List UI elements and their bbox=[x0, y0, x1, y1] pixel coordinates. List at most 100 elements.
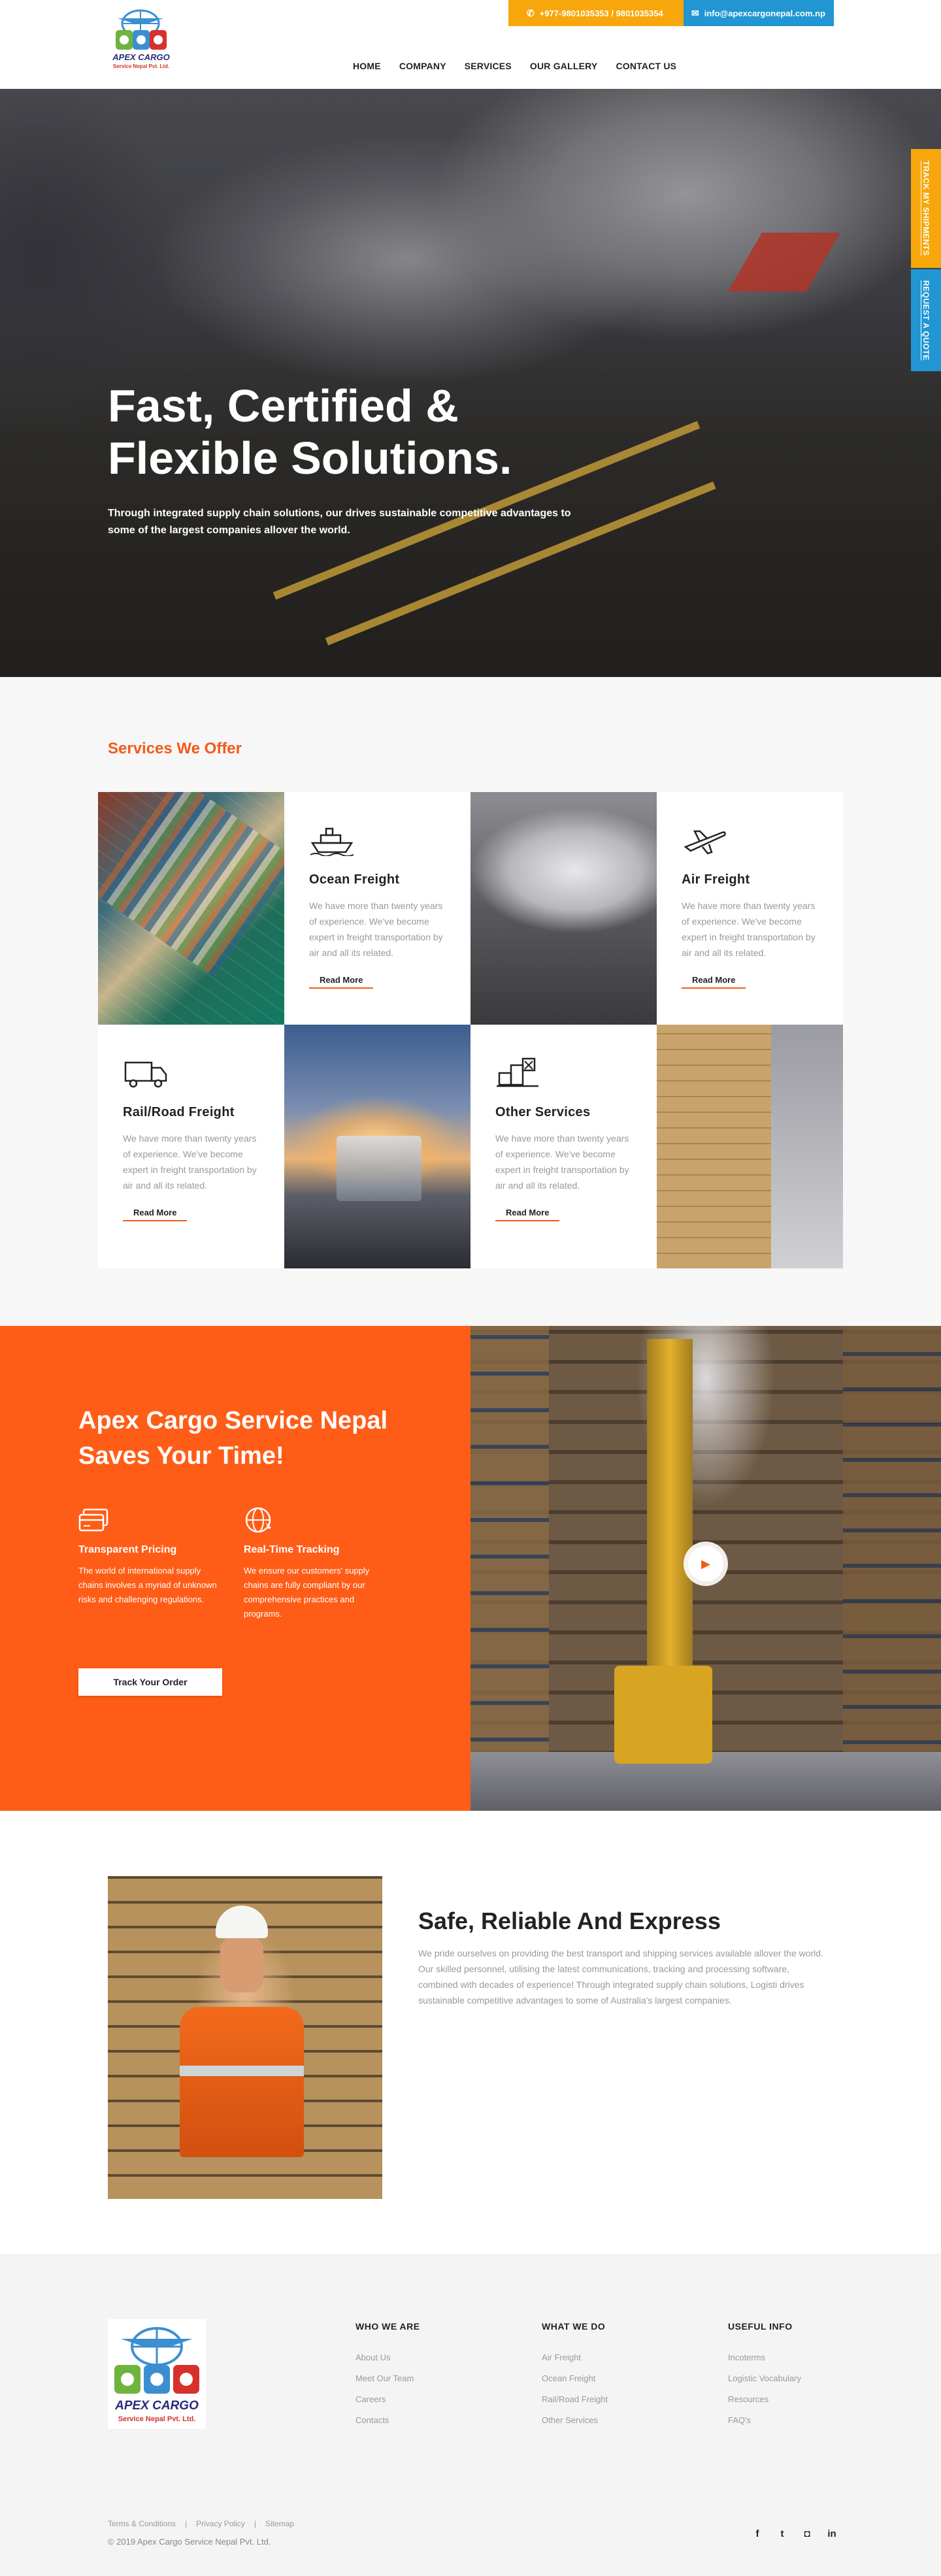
nav-company[interactable]: COMPANY bbox=[399, 61, 446, 71]
services-grid: Ocean Freight We have more than twenty y… bbox=[98, 792, 843, 1268]
warehouse-forklift-image: ▶ bbox=[470, 1326, 941, 1811]
twitter-icon[interactable]: t bbox=[776, 2528, 788, 2539]
hero-section: Fast, Certified & Flexible Solutions. Th… bbox=[0, 89, 941, 677]
phone-number: +977-9801035353 / 9801035354 bbox=[539, 8, 663, 18]
footer-column-title: WHO WE ARE bbox=[355, 2321, 420, 2332]
footer-link[interactable]: Logistic Vocabulary bbox=[728, 2373, 801, 2383]
footer-link[interactable]: Air Freight bbox=[542, 2353, 608, 2362]
truck-icon bbox=[124, 1061, 167, 1088]
worker-vest-decoration bbox=[180, 2007, 304, 2157]
linkedin-icon[interactable]: in bbox=[826, 2528, 838, 2539]
footer-legal-links: Terms & Conditions | Privacy Policy | Si… bbox=[108, 2519, 294, 2528]
about-section: Safe, Reliable And Express We pride ours… bbox=[0, 1811, 941, 2254]
svg-text:Service Nepal Pvt. Ltd.: Service Nepal Pvt. Ltd. bbox=[118, 2415, 196, 2423]
envelope-icon: ✉ bbox=[691, 7, 699, 18]
footer-link[interactable]: Resources bbox=[728, 2394, 801, 2404]
nav-home[interactable]: HOME bbox=[353, 61, 381, 71]
nav-gallery[interactable]: OUR GALLERY bbox=[530, 61, 598, 71]
ship-icon bbox=[310, 827, 354, 857]
track-order-button[interactable]: Track Your Order bbox=[78, 1668, 222, 1696]
svg-text:Service Nepal Pvt. Ltd.: Service Nepal Pvt. Ltd. bbox=[113, 63, 169, 69]
service-card-air: Air Freight We have more than twenty yea… bbox=[657, 792, 843, 1025]
hero-title: Fast, Certified & Flexible Solutions. bbox=[108, 380, 512, 484]
footer-link[interactable]: Rail/Road Freight bbox=[542, 2394, 608, 2404]
read-more-button[interactable]: Read More bbox=[309, 975, 374, 989]
track-shipments-tab[interactable]: TRACK MY SHIPMENTS bbox=[911, 149, 941, 268]
warehouse-boxes-image bbox=[657, 1025, 843, 1268]
forklift-body-decoration bbox=[614, 1666, 712, 1764]
boxes-icon bbox=[497, 1057, 538, 1087]
phone-link[interactable]: ✆ +977-9801035353 / 9801035354 bbox=[508, 0, 684, 26]
site-header: APEX CARGO Service Nepal Pvt. Ltd. ✆ +97… bbox=[0, 0, 941, 89]
service-card-ocean: Ocean Freight We have more than twenty y… bbox=[284, 792, 470, 1025]
footer-link[interactable]: About Us bbox=[355, 2353, 420, 2362]
main-nav: HOME COMPANY SERVICES OUR GALLERY CONTAC… bbox=[353, 61, 676, 71]
svg-text:APEX CARGO: APEX CARGO bbox=[114, 2399, 199, 2413]
about-text: We pride ourselves on providing the best… bbox=[418, 1948, 823, 2006]
footer-link[interactable]: Incoterms bbox=[728, 2353, 801, 2362]
worker-face-decoration bbox=[220, 1936, 263, 1992]
separator: | bbox=[185, 2519, 188, 2528]
service-description: We have more than twenty years of experi… bbox=[495, 1133, 629, 1191]
footer-column-who: WHO WE ARE About Us Meet Our Team Career… bbox=[355, 2321, 420, 2436]
separator: | bbox=[254, 2519, 256, 2528]
play-icon: ▶ bbox=[688, 1546, 723, 1581]
footer-column-title: WHAT WE DO bbox=[542, 2321, 606, 2332]
service-title: Other Services bbox=[495, 1105, 591, 1119]
feature-item: Real-Time Tracking We ensure our custome… bbox=[244, 1506, 388, 1621]
feature-title: Apex Cargo Service Nepal Saves Your Time… bbox=[78, 1407, 388, 1470]
apex-cargo-logo-icon: APEX CARGO Service Nepal Pvt. Ltd. bbox=[108, 2319, 206, 2429]
footer-column-useful: USEFUL INFO Incoterms Logistic Vocabular… bbox=[728, 2321, 801, 2436]
copyright: © 2019 Apex Cargo Service Nepal Pvt. Ltd… bbox=[108, 2537, 271, 2547]
email-link[interactable]: ✉ info@apexcargonepal.com.np bbox=[684, 0, 834, 26]
instagram-icon[interactable]: ◘ bbox=[801, 2528, 813, 2539]
truck-road-image bbox=[284, 1025, 470, 1268]
nav-services[interactable]: SERVICES bbox=[465, 61, 512, 71]
svg-text:APEX CARGO: APEX CARGO bbox=[112, 52, 169, 62]
worker-image bbox=[108, 1876, 382, 2199]
footer-link[interactable]: Careers bbox=[355, 2394, 420, 2404]
feature-item-title: Transparent Pricing bbox=[78, 1544, 177, 1555]
services-section: Services We Offer Ocean Freight We have … bbox=[0, 677, 941, 1326]
facebook-icon[interactable]: f bbox=[751, 2528, 763, 2539]
footer-column-title: USEFUL INFO bbox=[728, 2321, 793, 2332]
service-title: Rail/Road Freight bbox=[123, 1105, 235, 1119]
service-card-other: Other Services We have more than twenty … bbox=[470, 1025, 657, 1268]
feature-item-text: The world of international supply chains… bbox=[78, 1566, 217, 1604]
site-footer: APEX CARGO Service Nepal Pvt. Ltd. WHO W… bbox=[0, 2254, 941, 2576]
footer-link[interactable]: Contacts bbox=[355, 2415, 420, 2425]
footer-column-what: WHAT WE DO Air Freight Ocean Freight Rai… bbox=[542, 2321, 608, 2436]
footer-link[interactable]: Ocean Freight bbox=[542, 2373, 608, 2383]
footer-link[interactable]: FAQ's bbox=[728, 2415, 801, 2425]
terms-link[interactable]: Terms & Conditions bbox=[108, 2519, 176, 2528]
sitemap-link[interactable]: Sitemap bbox=[265, 2519, 294, 2528]
nav-contact[interactable]: CONTACT US bbox=[616, 61, 676, 71]
privacy-link[interactable]: Privacy Policy bbox=[196, 2519, 245, 2528]
service-card-road: Rail/Road Freight We have more than twen… bbox=[98, 1025, 284, 1268]
request-quote-tab[interactable]: REQUEST A QUOTE bbox=[911, 269, 941, 371]
feature-section: Apex Cargo Service Nepal Saves Your Time… bbox=[0, 1326, 941, 1811]
service-title: Ocean Freight bbox=[309, 872, 400, 887]
video-play-button[interactable]: ▶ bbox=[684, 1542, 728, 1586]
feature-item-text: We ensure our customers' supply chains a… bbox=[244, 1566, 370, 1619]
feature-panel: Apex Cargo Service Nepal Saves Your Time… bbox=[0, 1326, 470, 1811]
service-description: We have more than twenty years of experi… bbox=[309, 900, 443, 958]
services-heading: Services We Offer bbox=[108, 740, 242, 757]
credit-card-icon bbox=[78, 1508, 108, 1532]
read-more-button[interactable]: Read More bbox=[495, 1208, 560, 1221]
read-more-button[interactable]: Read More bbox=[123, 1208, 188, 1221]
globe-icon bbox=[245, 1507, 271, 1533]
about-title: Safe, Reliable And Express bbox=[418, 1907, 721, 1934]
apex-cargo-logo-icon: APEX CARGO Service Nepal Pvt. Ltd. bbox=[112, 9, 170, 69]
email-address: info@apexcargonepal.com.np bbox=[704, 8, 826, 18]
phone-icon: ✆ bbox=[527, 7, 535, 18]
airplane-icon bbox=[684, 830, 726, 855]
container-port-image bbox=[98, 792, 284, 1025]
contact-bar: ✆ +977-9801035353 / 9801035354 ✉ info@ap… bbox=[508, 0, 834, 26]
footer-link[interactable]: Meet Our Team bbox=[355, 2373, 420, 2383]
social-links: f t ◘ in bbox=[751, 2528, 838, 2539]
read-more-button[interactable]: Read More bbox=[682, 975, 746, 989]
footer-link[interactable]: Other Services bbox=[542, 2415, 608, 2425]
service-description: We have more than twenty years of experi… bbox=[682, 900, 816, 958]
hero-plane-tail-decoration bbox=[728, 233, 840, 291]
